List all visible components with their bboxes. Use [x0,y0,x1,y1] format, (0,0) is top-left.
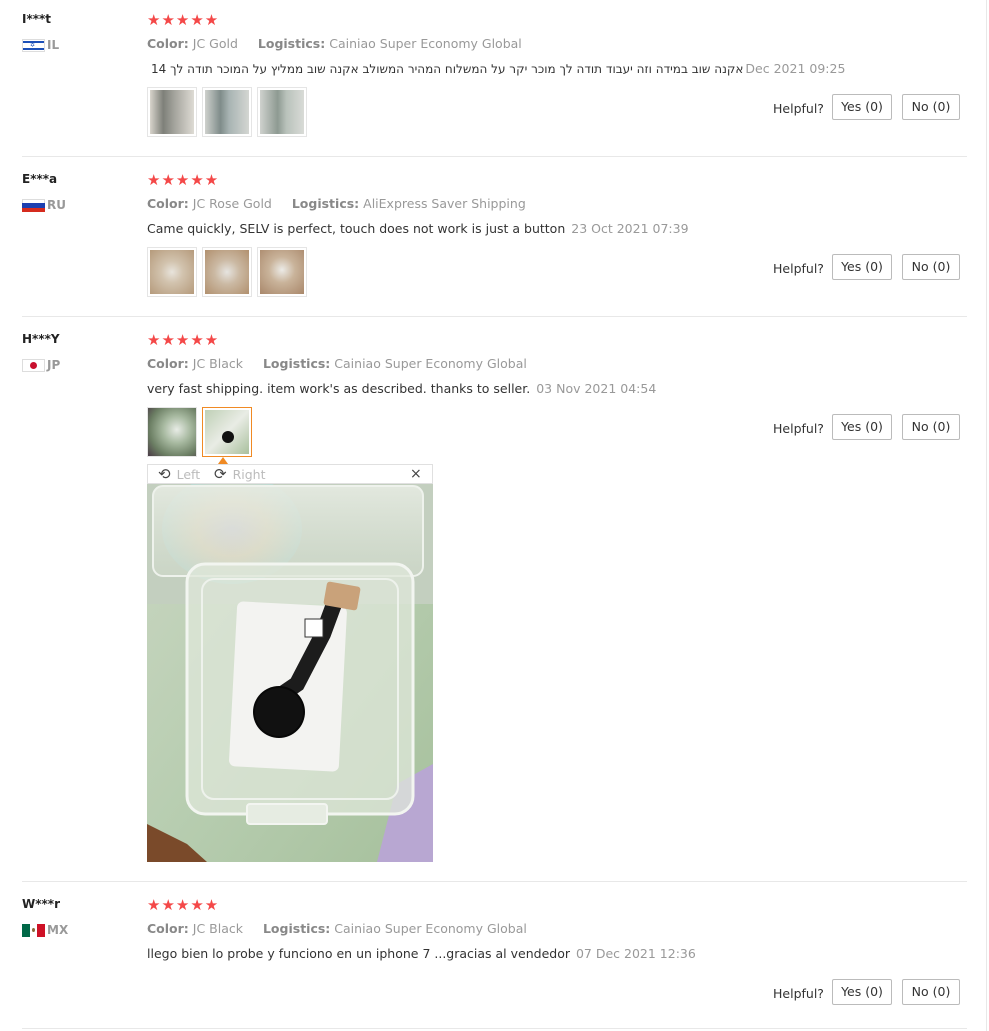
reviewer-country: RU [47,198,66,212]
review-photo-thumbnail[interactable] [147,247,197,297]
review-text: llego bien lo probe y funciono en un iph… [147,946,570,961]
review-divider [22,316,967,317]
helpful-yes-button[interactable]: Yes (0) [832,254,892,280]
logistics-label: Logistics: [262,356,331,371]
review-photo-thumbnail[interactable] [147,87,197,137]
color-label: Color: [147,356,189,371]
review-text-line: llego bien lo probe y funciono en un iph… [147,946,696,961]
helpful-no-button[interactable]: No (0) [902,979,960,1005]
rotate-left-label: Left [176,467,201,482]
review-photo-thumbnail[interactable] [257,87,307,137]
logistics-label: Logistics: [291,196,360,211]
rotate-right-label: Right [232,467,266,482]
color-value: JC Gold [192,36,238,51]
flag-mx-icon [22,924,45,937]
color-label: Color: [147,196,189,211]
review-attributes: Color: JC Black Logistics: Cainiao Super… [147,921,527,936]
review-text: אקנה שוב במידה וזה יעבוד תודה לך מוכר יק… [151,62,744,76]
reviewer-country: MX [47,923,69,937]
flag-il-icon: ✡ [22,39,45,52]
helpful-yes-button[interactable]: Yes (0) [832,94,892,120]
reviewer-name: H***Y [22,332,60,346]
logistics-label: Logistics: [262,921,331,936]
review-text-line: very fast shipping. item work's as descr… [147,381,656,396]
reviewer-name: W***r [22,897,60,911]
review-photo-thumbnail[interactable] [202,87,252,137]
rating-stars: ★★★★★ [147,331,220,349]
rating-stars: ★★★★★ [147,896,220,914]
rotate-right-icon: ⟳ [214,465,227,483]
review-attributes: Color: JC Black Logistics: Cainiao Super… [147,356,527,371]
helpful-label: Helpful? [773,101,824,116]
review-date: 07 Dec 2021 12:36 [575,946,696,961]
logistics-value: Cainiao Super Economy Global [334,921,527,936]
reviewer-country: IL [47,38,60,52]
review-date: 23 Oct 2021 07:39 [571,221,689,236]
helpful-no-button[interactable]: No (0) [902,254,960,280]
review-photo-thumbnail[interactable] [147,407,197,457]
review-photo-thumbnail[interactable] [202,247,252,297]
flag-jp-icon [22,359,45,372]
rotate-right-button[interactable]: ⟳ Right [214,465,266,483]
rating-stars: ★★★★★ [147,11,220,29]
helpful-label: Helpful? [773,986,824,1001]
review-attributes: Color: JC Gold Logistics: Cainiao Super … [147,36,522,51]
helpful-yes-button[interactable]: Yes (0) [832,414,892,440]
color-value: JC Black [192,921,243,936]
logistics-value: AliExpress Saver Shipping [363,196,526,211]
color-label: Color: [147,921,189,936]
helpful-no-button[interactable]: No (0) [902,94,960,120]
logistics-value: Cainiao Super Economy Global [329,36,522,51]
product-photo-illustration [147,484,433,862]
logistics-value: Cainiao Super Economy Global [334,356,527,371]
page-edge [986,0,987,1031]
reviewer-country: JP [47,358,61,372]
flag-ru-icon [22,199,45,212]
rating-stars: ★★★★★ [147,171,220,189]
image-viewer-toolbar: ⟲ Left ⟳ Right × [147,464,433,484]
rotate-left-button[interactable]: ⟲ Left [158,465,200,483]
reviewer-name: E***a [22,172,58,186]
color-label: Color: [147,36,189,51]
review-date: 03 Nov 2021 04:54 [536,381,657,396]
review-photo-thumbnail-selected[interactable] [202,407,252,457]
viewer-pointer-arrow [218,457,228,464]
helpful-label: Helpful? [773,261,824,276]
review-text-line: אקנה שוב במידה וזה יעבוד תודה לך מוכר יק… [151,61,845,76]
color-value: JC Rose Gold [192,196,272,211]
rotate-left-icon: ⟲ [158,465,171,483]
color-value: JC Black [192,356,243,371]
review-photo-enlarged [147,484,433,862]
review-photo-thumbnail[interactable] [257,247,307,297]
logistics-label: Logistics: [257,36,326,51]
review-divider [22,881,967,882]
helpful-no-button[interactable]: No (0) [902,414,960,440]
review-text-line: Came quickly, SELV is perfect, touch doe… [147,221,689,236]
helpful-yes-button[interactable]: Yes (0) [832,979,892,1005]
review-text: very fast shipping. item work's as descr… [147,381,531,396]
close-icon[interactable]: × [410,465,422,483]
review-divider [22,156,967,157]
review-divider [22,1028,967,1029]
review-attributes: Color: JC Rose Gold Logistics: AliExpres… [147,196,526,211]
review-text: Came quickly, SELV is perfect, touch doe… [147,221,566,236]
reviewer-name: I***t [22,12,52,26]
review-date: Dec 2021 09:25 [745,61,846,76]
helpful-label: Helpful? [773,421,824,436]
